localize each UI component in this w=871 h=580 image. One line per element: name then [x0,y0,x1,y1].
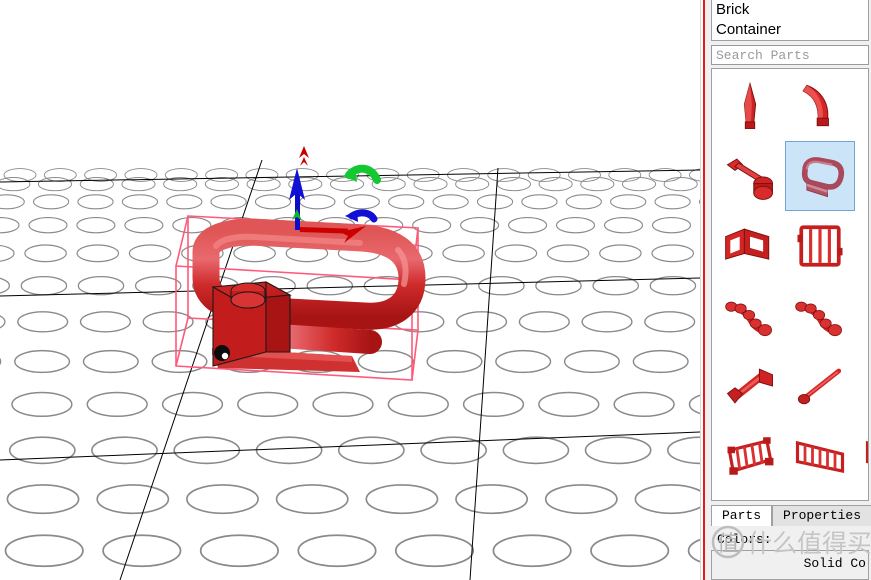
color-selector-box[interactable]: Solid Co [711,550,869,580]
part-spike-small[interactable] [855,141,869,211]
search-container [705,41,871,68]
category-item-container[interactable]: Container [712,20,868,40]
parts-grid[interactable] [712,69,869,501]
part-hook[interactable] [855,351,869,421]
part-spike-tall[interactable] [715,71,785,141]
lattice-panel-icon [797,225,843,267]
part-handle-bar[interactable] [715,141,785,211]
hook-icon [860,356,869,416]
panel-tab-strip[interactable]: Parts Properties [711,504,871,526]
colors-section: Colors: Solid Co [705,526,871,580]
part-window-frame[interactable] [715,211,785,281]
parts-grid-container[interactable] [711,68,869,501]
part-thin-rod[interactable] [785,351,855,421]
tab-properties[interactable]: Properties [772,505,871,526]
container-handle-icon [801,157,845,198]
search-parts-input[interactable] [711,45,869,65]
horn-curved-icon [860,76,869,136]
parts-panel: Brick Container Parts Properties Colors:… [705,0,871,580]
cone-shell-icon [720,496,780,501]
3d-viewport[interactable] [0,0,700,580]
window-frame-icon [725,228,770,260]
plate-flat-icon [790,496,850,501]
knob-icon [860,286,869,346]
thin-rod-icon [797,368,842,405]
spike-tall-icon [860,146,869,206]
part-chain-link-2[interactable] [785,281,855,351]
chain-link-icon [795,301,842,337]
category-item-brick[interactable]: Brick [712,0,868,20]
part-cone-shell[interactable] [715,491,785,501]
part-axle-connector[interactable] [715,351,785,421]
part-bar-piece[interactable] [855,211,869,281]
part-fence-panel[interactable] [855,421,868,491]
part-lattice-panel[interactable] [785,211,855,281]
application-window: Brick Container Parts Properties Colors:… [0,0,871,580]
handle-bar-icon [726,158,773,200]
chain-link-icon [725,301,772,337]
tab-parts[interactable]: Parts [711,505,773,526]
fence-long-icon [795,440,845,473]
viewport-render-canvas[interactable] [0,0,700,580]
part-horn-curved-2[interactable] [855,71,869,141]
fence-long-icon [865,440,868,464]
axle-connector-icon [726,368,773,404]
part-chain-link[interactable] [715,281,785,351]
plate-flat-icon [860,496,869,501]
part-container-handle[interactable] [785,141,855,211]
part-fence-long[interactable] [785,421,855,491]
fence-short-icon [727,437,774,475]
part-fence-short[interactable] [715,421,785,491]
selected-color-name: Solid Co [803,556,866,571]
bar-piece-icon [860,216,869,276]
spike-tall-icon [743,81,757,129]
colors-label: Colors: [717,532,772,547]
part-knob[interactable] [855,281,869,351]
part-plate-flat[interactable] [785,491,855,501]
horn-curved-icon [802,84,829,127]
part-horn-curved[interactable] [785,71,855,141]
category-list[interactable]: Brick Container [711,0,869,41]
part-plate-flat-2[interactable] [855,491,869,501]
